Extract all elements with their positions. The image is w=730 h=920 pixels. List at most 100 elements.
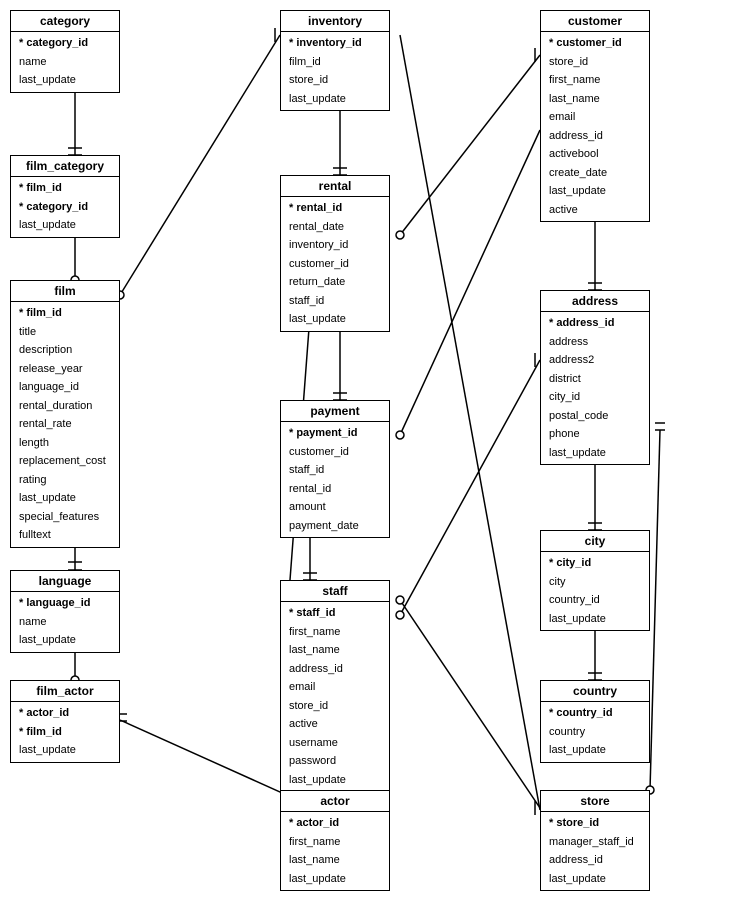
entity-header-rental: rental [281, 176, 389, 197]
field-staff-3: address_id [286, 660, 384, 679]
field-film_actor-1: * film_id [16, 723, 114, 742]
field-address-3: district [546, 370, 644, 389]
field-address-0: * address_id [546, 314, 644, 333]
entity-address: address* address_idaddressaddress2distri… [540, 290, 650, 465]
entity-city: city* city_idcitycountry_idlast_update [540, 530, 650, 631]
field-rental-0: * rental_id [286, 199, 384, 218]
entity-body-rental: * rental_idrental_dateinventory_idcustom… [281, 197, 389, 331]
entity-header-film: film [11, 281, 119, 302]
field-customer-0: * customer_id [546, 34, 644, 53]
field-payment-5: payment_date [286, 517, 384, 536]
entity-category: category* category_idnamelast_update [10, 10, 120, 93]
field-category-0: * category_id [16, 34, 114, 53]
entity-staff: staff* staff_idfirst_namelast_nameaddres… [280, 580, 390, 811]
field-store-3: last_update [546, 870, 644, 889]
entity-body-film: * film_idtitledescriptionrelease_yearlan… [11, 302, 119, 547]
entity-header-payment: payment [281, 401, 389, 422]
field-film-5: rental_duration [16, 397, 114, 416]
field-language-0: * language_id [16, 594, 114, 613]
entity-body-inventory: * inventory_idfilm_idstore_idlast_update [281, 32, 389, 110]
field-city-2: country_id [546, 591, 644, 610]
entity-body-language: * language_idnamelast_update [11, 592, 119, 652]
entity-customer: customer* customer_idstore_idfirst_namel… [540, 10, 650, 222]
field-customer-7: create_date [546, 164, 644, 183]
field-country-2: last_update [546, 741, 644, 760]
field-language-1: name [16, 613, 114, 632]
entity-header-language: language [11, 571, 119, 592]
entity-header-country: country [541, 681, 649, 702]
field-store-1: manager_staff_id [546, 833, 644, 852]
field-film-9: rating [16, 471, 114, 490]
field-inventory-3: last_update [286, 90, 384, 109]
field-category-1: name [16, 53, 114, 72]
field-film-2: description [16, 341, 114, 360]
field-store-2: address_id [546, 851, 644, 870]
entity-header-inventory: inventory [281, 11, 389, 32]
field-film_category-1: * category_id [16, 198, 114, 217]
field-address-1: address [546, 333, 644, 352]
field-film-3: release_year [16, 360, 114, 379]
field-inventory-2: store_id [286, 71, 384, 90]
field-city-1: city [546, 573, 644, 592]
field-staff-5: store_id [286, 697, 384, 716]
field-staff-8: password [286, 752, 384, 771]
entity-body-film_category: * film_id* category_idlast_update [11, 177, 119, 237]
field-rental-1: rental_date [286, 218, 384, 237]
field-language-2: last_update [16, 631, 114, 650]
erd-diagram: category* category_idnamelast_updatefilm… [0, 0, 730, 920]
field-customer-8: last_update [546, 182, 644, 201]
entity-header-city: city [541, 531, 649, 552]
entity-inventory: inventory* inventory_idfilm_idstore_idla… [280, 10, 390, 111]
field-payment-4: amount [286, 498, 384, 517]
field-staff-1: first_name [286, 623, 384, 642]
field-rental-5: staff_id [286, 292, 384, 311]
entity-body-payment: * payment_idcustomer_idstaff_idrental_id… [281, 422, 389, 537]
field-payment-1: customer_id [286, 443, 384, 462]
field-film-8: replacement_cost [16, 452, 114, 471]
entity-film_actor: film_actor* actor_id* film_idlast_update [10, 680, 120, 763]
field-payment-2: staff_id [286, 461, 384, 480]
entity-body-actor: * actor_idfirst_namelast_namelast_update [281, 812, 389, 890]
field-payment-3: rental_id [286, 480, 384, 499]
entity-body-store: * store_idmanager_staff_idaddress_idlast… [541, 812, 649, 890]
field-film-4: language_id [16, 378, 114, 397]
field-city-0: * city_id [546, 554, 644, 573]
field-address-4: city_id [546, 388, 644, 407]
field-country-1: country [546, 723, 644, 742]
entity-language: language* language_idnamelast_update [10, 570, 120, 653]
entity-body-address: * address_idaddressaddress2districtcity_… [541, 312, 649, 464]
entity-country: country* country_idcountrylast_update [540, 680, 650, 763]
field-staff-0: * staff_id [286, 604, 384, 623]
field-address-2: address2 [546, 351, 644, 370]
field-customer-6: activebool [546, 145, 644, 164]
entity-actor: actor* actor_idfirst_namelast_namelast_u… [280, 790, 390, 891]
field-customer-1: store_id [546, 53, 644, 72]
entity-header-actor: actor [281, 791, 389, 812]
field-city-3: last_update [546, 610, 644, 629]
field-actor-1: first_name [286, 833, 384, 852]
field-staff-9: last_update [286, 771, 384, 790]
field-address-7: last_update [546, 444, 644, 463]
entity-body-category: * category_idnamelast_update [11, 32, 119, 92]
field-customer-9: active [546, 201, 644, 220]
field-film_category-2: last_update [16, 216, 114, 235]
field-film-7: length [16, 434, 114, 453]
field-film-11: special_features [16, 508, 114, 527]
entity-header-address: address [541, 291, 649, 312]
entity-rental: rental* rental_idrental_dateinventory_id… [280, 175, 390, 332]
field-rental-2: inventory_id [286, 236, 384, 255]
field-actor-2: last_name [286, 851, 384, 870]
field-film-12: fulltext [16, 526, 114, 545]
field-customer-5: address_id [546, 127, 644, 146]
field-film-1: title [16, 323, 114, 342]
entity-body-country: * country_idcountrylast_update [541, 702, 649, 762]
entity-header-store: store [541, 791, 649, 812]
entity-film_category: film_category* film_id* category_idlast_… [10, 155, 120, 238]
field-address-5: postal_code [546, 407, 644, 426]
field-country-0: * country_id [546, 704, 644, 723]
entity-header-film_category: film_category [11, 156, 119, 177]
entity-body-staff: * staff_idfirst_namelast_nameaddress_ide… [281, 602, 389, 810]
field-store-0: * store_id [546, 814, 644, 833]
field-film_actor-2: last_update [16, 741, 114, 760]
field-film-10: last_update [16, 489, 114, 508]
